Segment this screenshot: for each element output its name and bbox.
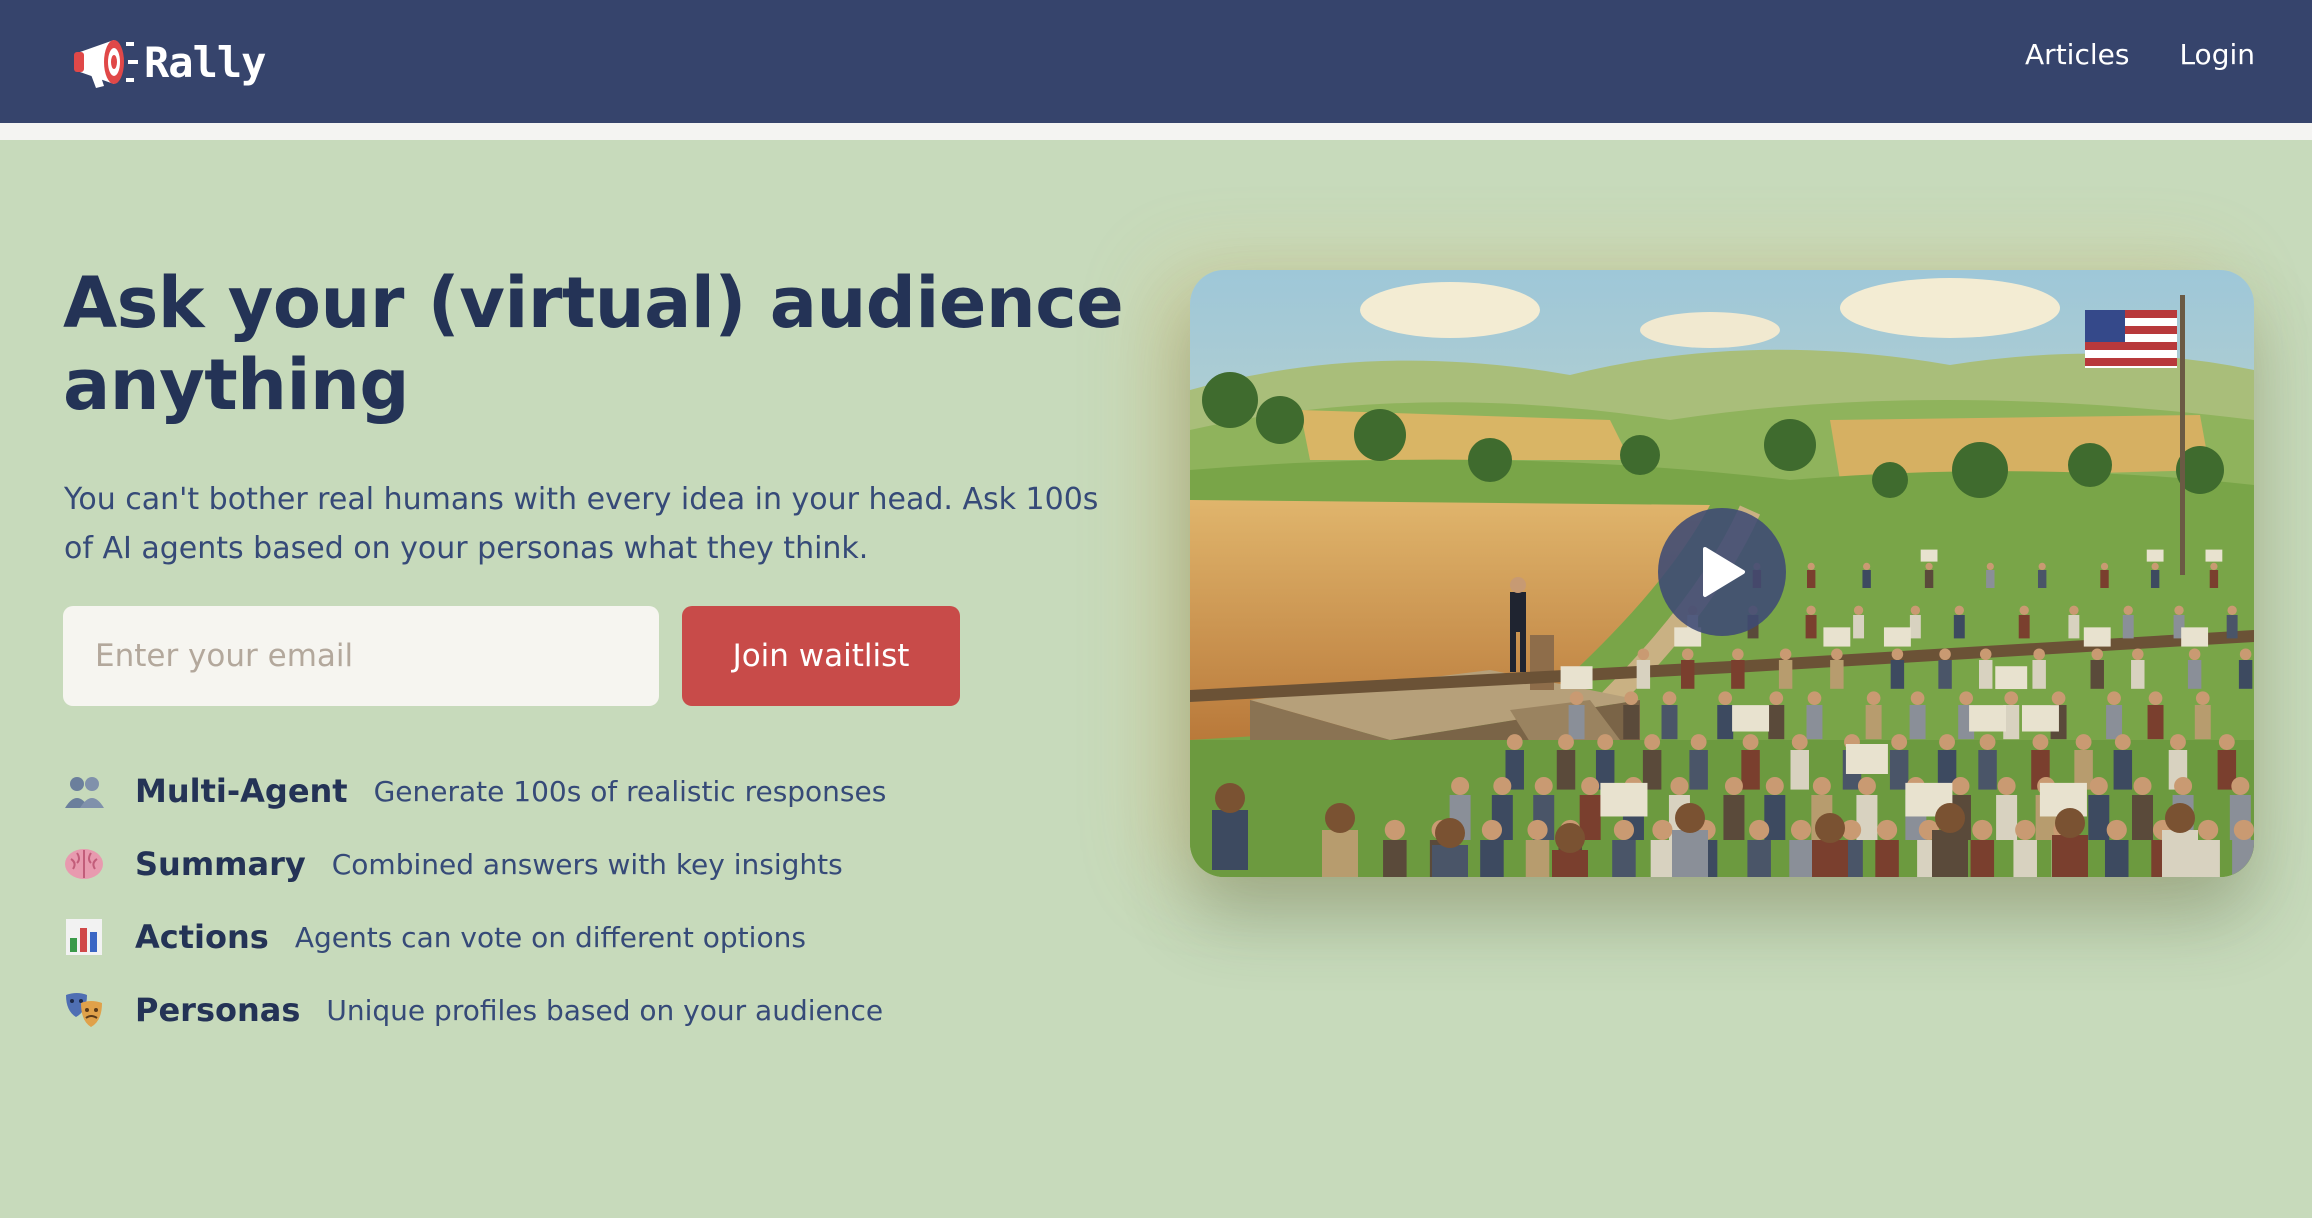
email-input[interactable] xyxy=(63,606,659,706)
hero-title: Ask your (virtual) audience anything xyxy=(63,262,1124,426)
play-button[interactable] xyxy=(1658,508,1786,636)
feature-item: Actions Agents can vote on different opt… xyxy=(63,916,806,958)
brain-icon xyxy=(65,849,103,879)
people-icon xyxy=(65,777,104,808)
feature-description: Unique profiles based on your audience xyxy=(326,993,884,1027)
join-waitlist-button[interactable]: Join waitlist xyxy=(682,606,960,706)
video-player[interactable] xyxy=(1190,270,2254,877)
bar-chart-icon xyxy=(66,919,102,955)
feature-item: Personas Unique profiles based on your a… xyxy=(63,989,883,1031)
top-navbar: Rally Articles Login xyxy=(0,0,2312,123)
feature-description: Agents can vote on different options xyxy=(294,920,806,954)
feature-item: Summary Combined answers with key insigh… xyxy=(63,843,843,885)
nav-link-articles[interactable]: Articles xyxy=(2025,38,2129,71)
play-icon xyxy=(1703,547,1745,597)
nav-link-login[interactable]: Login xyxy=(2179,38,2255,71)
feature-description: Generate 100s of realistic responses xyxy=(373,774,887,808)
hero-subtitle: You can't bother real humans with every … xyxy=(64,482,1099,566)
feature-title: Personas xyxy=(135,991,301,1029)
feature-title: Summary xyxy=(135,845,306,883)
feature-title: Actions xyxy=(135,918,269,956)
brand-name: Rally xyxy=(144,37,266,87)
theater-masks-icon xyxy=(66,993,102,1027)
feature-title: Multi-Agent xyxy=(135,772,348,810)
nav-links: Articles Login xyxy=(2025,38,2255,71)
megaphone-icon xyxy=(74,40,138,88)
feature-description: Combined answers with key insights xyxy=(331,847,843,881)
brand-logo[interactable]: Rally xyxy=(70,34,266,90)
feature-item: Multi-Agent Generate 100s of realistic r… xyxy=(63,770,886,812)
header-divider xyxy=(0,123,2312,140)
